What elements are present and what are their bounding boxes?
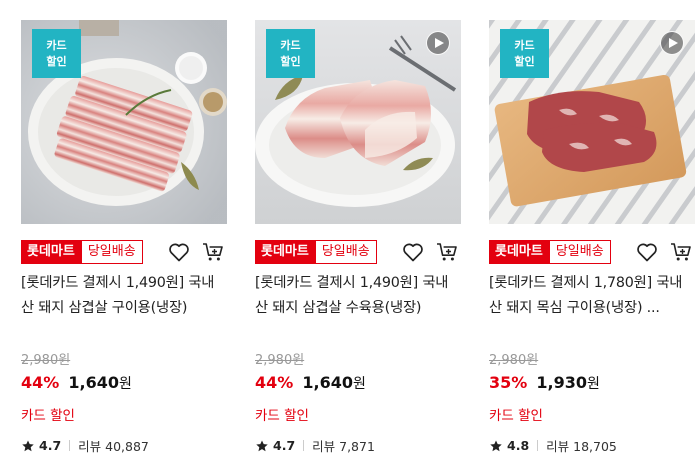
star-icon [22,439,34,451]
card-discount-badge: 카드 할인 [32,29,81,78]
price-row: 35% 1,930원 [489,373,600,393]
sale-price: 1,640 [302,373,353,392]
badge-row: 롯데마트 당일배송 [489,240,611,264]
product-title[interactable]: [롯데카드 결제시 1,490원] 국내산 돼지 삼겹살 구이용(냉장) [21,271,227,321]
original-price: 2,980원 [255,353,305,368]
sale-price: 1,930 [536,373,587,392]
card-discount-label: 카드 할인 [255,408,309,424]
card-discount-badge: 카드 할인 [266,29,315,78]
product-image[interactable]: 카드 할인 [489,20,695,224]
store-badge: 롯데마트 [489,240,549,264]
delivery-badge: 당일배송 [314,240,377,264]
cart-icon[interactable] [201,240,225,264]
delivery-badge: 당일배송 [80,240,143,264]
star-icon [490,439,502,451]
rating-row: 4.7 리뷰 40,887 [21,436,149,455]
review-count[interactable]: 리뷰 7,871 [312,436,375,455]
product-card[interactable]: 카드 할인 롯데마트 당일배송 [롯데카드 결제시 1,490원] 국내산 돼지… [255,20,461,454]
rating-score: 4.8 [507,438,530,453]
product-title[interactable]: [롯데카드 결제시 1,780원] 국내산 돼지 목심 구이용(냉장) ... [489,271,695,321]
card-discount-label: 카드 할인 [489,408,543,424]
divider [69,440,71,451]
currency: 원 [587,376,600,392]
star-icon [256,439,268,451]
card-discount-label: 카드 할인 [21,408,75,424]
video-play-icon[interactable] [426,31,450,55]
cart-icon[interactable] [435,240,459,264]
heart-icon[interactable] [635,240,659,264]
delivery-badge: 당일배송 [548,240,611,264]
product-image[interactable]: 카드 할인 [255,20,461,224]
store-badge: 롯데마트 [255,240,315,264]
divider [303,440,305,451]
rating-score: 4.7 [39,438,62,453]
cart-icon[interactable] [669,240,693,264]
product-card[interactable]: 카드 할인 롯데마트 당일배송 [롯데카드 결제시 1,780원] 국내산 돼지… [489,20,695,454]
badge-row: 롯데마트 당일배송 [21,240,143,264]
price-row: 44% 1,640원 [255,373,366,393]
sale-price: 1,640 [68,373,119,392]
heart-icon[interactable] [401,240,425,264]
rating-score: 4.7 [273,438,296,453]
currency: 원 [353,376,366,392]
video-play-icon[interactable] [660,31,684,55]
heart-icon[interactable] [167,240,191,264]
divider [537,440,539,451]
discount-rate: 44% [21,373,60,392]
card-discount-badge: 카드 할인 [500,29,549,78]
product-image[interactable]: 카드 할인 [21,20,227,224]
rating-row: 4.7 리뷰 7,871 [255,436,375,455]
rating-row: 4.8 리뷰 18,705 [489,436,617,455]
product-card[interactable]: 카드 할인 롯데마트 당일배송 [롯데카드 결제시 1,490원] 국내산 돼지… [21,20,227,454]
product-title[interactable]: [롯데카드 결제시 1,490원] 국내산 돼지 삼겹살 수육용(냉장) [255,271,461,321]
review-count[interactable]: 리뷰 40,887 [78,436,149,455]
discount-rate: 35% [489,373,528,392]
original-price: 2,980원 [489,353,539,368]
store-badge: 롯데마트 [21,240,81,264]
currency: 원 [119,376,132,392]
price-row: 44% 1,640원 [21,373,132,393]
badge-row: 롯데마트 당일배송 [255,240,377,264]
review-count[interactable]: 리뷰 18,705 [546,436,617,455]
original-price: 2,980원 [21,353,71,368]
discount-rate: 44% [255,373,294,392]
